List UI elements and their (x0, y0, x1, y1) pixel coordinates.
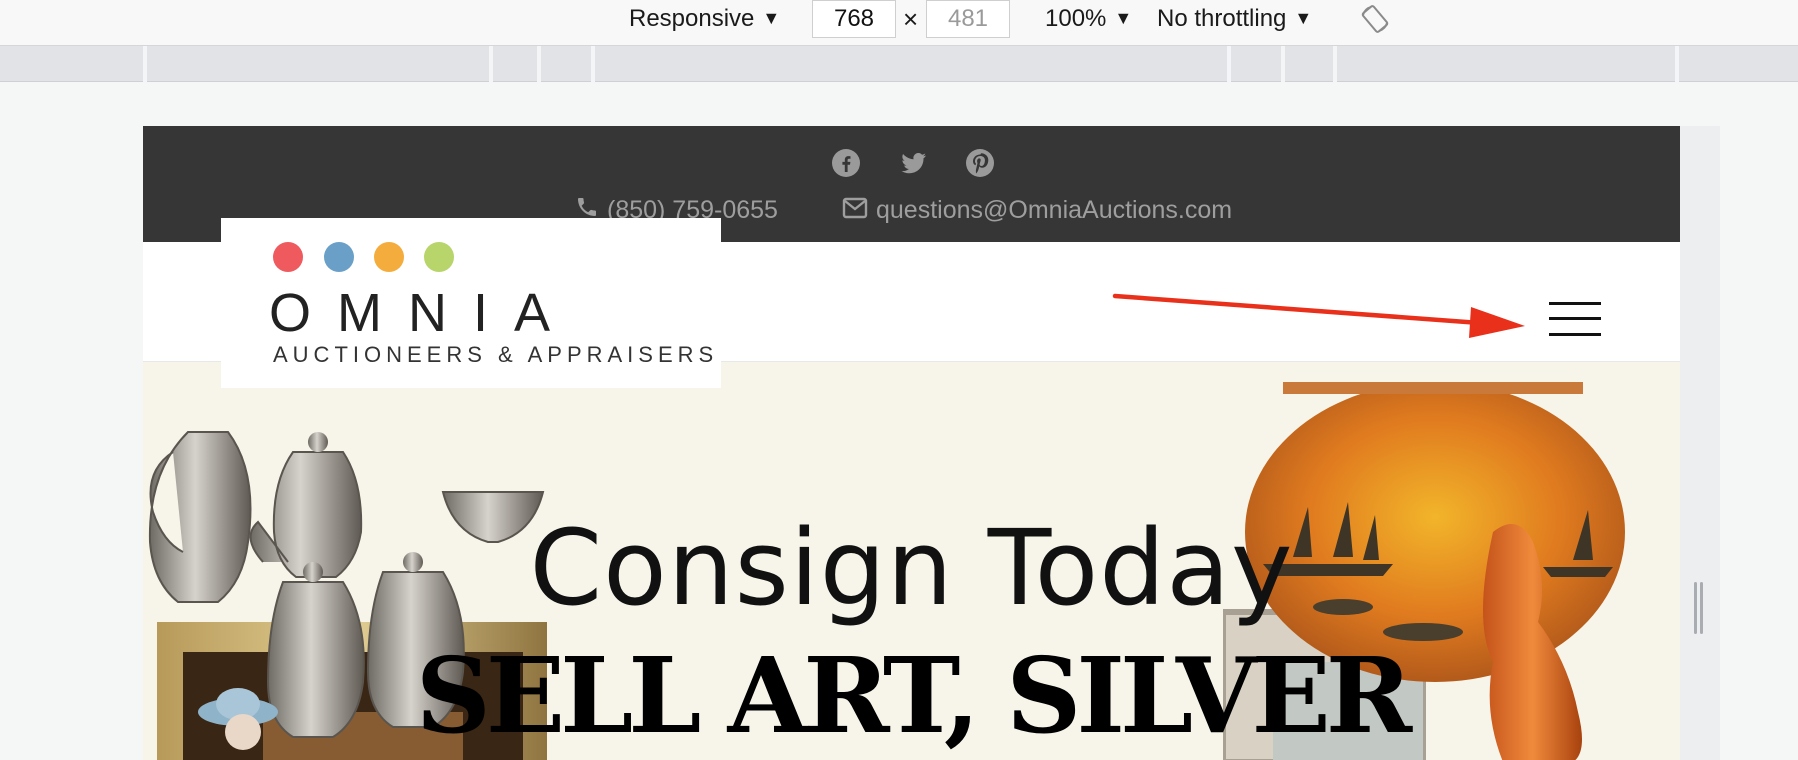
menu-bar (1549, 302, 1601, 305)
hero-section: Consign Today SELL ART, SILVER (143, 362, 1680, 760)
rotate-device-button[interactable] (1359, 3, 1391, 35)
envelope-icon (842, 193, 868, 229)
throttling-dropdown[interactable]: No throttling ▼ (1157, 0, 1312, 38)
menu-bar (1549, 333, 1601, 336)
logo-dot-blue (324, 242, 354, 272)
site-logo[interactable]: OMNIA AUCTIONEERS & APPRAISERS (221, 218, 721, 388)
chevron-down-icon: ▼ (1114, 8, 1133, 28)
logo-dot-orange (374, 242, 404, 272)
media-query-divider (537, 46, 541, 82)
media-query-divider (591, 46, 595, 82)
dimension-separator: × (903, 4, 919, 34)
media-query-divider (1333, 46, 1337, 82)
media-query-divider (143, 46, 147, 82)
zoom-dropdown[interactable]: 100% ▼ (1045, 0, 1132, 38)
pinterest-icon[interactable] (965, 148, 995, 178)
logo-dot-green (424, 242, 454, 272)
hero-heading: Consign Today (529, 507, 1294, 629)
devtools-device-toolbar: Responsive ▼ 768 × 481 100% ▼ No throttlin… (0, 0, 1798, 46)
viewport-resize-handle[interactable] (1694, 582, 1704, 634)
viewport-height-input[interactable]: 481 (926, 0, 1010, 38)
menu-bar (1549, 317, 1601, 320)
twitter-icon[interactable] (898, 148, 928, 178)
logo-dot-red (273, 242, 303, 272)
hero-subheading: SELL ART, SILVER (415, 634, 1412, 757)
grip-line (1694, 582, 1697, 634)
media-query-divider (1675, 46, 1679, 82)
chevron-down-icon: ▼ (1294, 8, 1313, 28)
viewport-resize-gutter (1680, 126, 1720, 760)
page-viewport: (850) 759-0655 questions@OmniaAuctions.c… (143, 126, 1680, 760)
logo-name: OMNIA (269, 283, 577, 343)
device-mode-dropdown[interactable]: Responsive ▼ (629, 0, 780, 38)
media-query-divider (1227, 46, 1231, 82)
device-stage: (850) 759-0655 questions@OmniaAuctions.c… (0, 82, 1798, 760)
email-contact[interactable]: questions@OmniaAuctions.com (842, 192, 1232, 228)
chevron-down-icon: ▼ (762, 8, 781, 28)
grip-line (1700, 582, 1703, 634)
facebook-icon[interactable] (831, 148, 861, 178)
media-query-divider (489, 46, 493, 82)
media-query-bar[interactable] (0, 46, 1798, 82)
viewport-width-input[interactable]: 768 (812, 0, 896, 38)
device-mode-label: Responsive (629, 5, 755, 32)
zoom-label: 100% (1045, 5, 1107, 32)
throttling-label: No throttling (1157, 5, 1287, 32)
rotate-icon (1361, 5, 1389, 33)
hamburger-menu-button[interactable] (1549, 302, 1601, 342)
logo-tagline: AUCTIONEERS & APPRAISERS (273, 342, 719, 367)
email-address: questions@OmniaAuctions.com (876, 196, 1233, 224)
media-query-divider (1281, 46, 1285, 82)
